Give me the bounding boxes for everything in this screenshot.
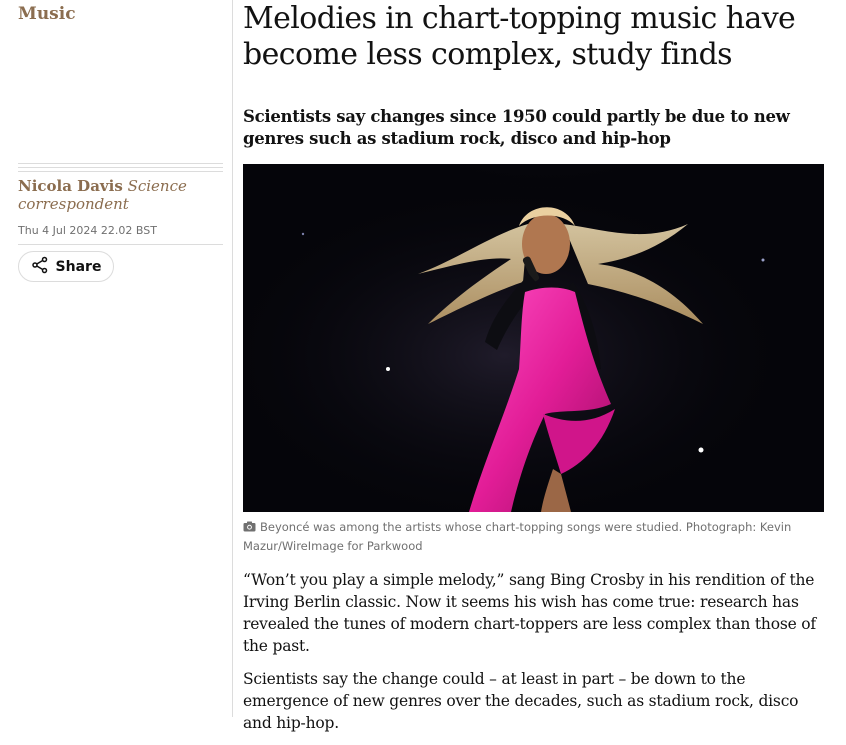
headline: Melodies in chart-topping music have bec…: [243, 1, 796, 72]
body-paragraph: “Won’t you play a simple melody,” sang B…: [243, 571, 816, 655]
author-name[interactable]: Nicola Davis: [18, 177, 123, 195]
body-paragraph: Scientists say the change could – at lea…: [243, 670, 799, 732]
concert-photo-illustration: [243, 164, 824, 512]
column-divider: [232, 0, 233, 717]
caption-text: Beyoncé was among the artists whose char…: [243, 520, 792, 553]
section-label[interactable]: Music: [18, 4, 76, 24]
article-photo[interactable]: [243, 164, 824, 512]
share-button[interactable]: Share: [18, 251, 114, 282]
date-divider: [18, 244, 223, 245]
share-label: Share: [55, 258, 102, 275]
article-body: “Won’t you play a simple melody,” sang B…: [243, 569, 818, 745]
photo-caption: Beyoncé was among the artists whose char…: [243, 518, 818, 555]
publish-date: Thu 4 Jul 2024 22.02 BST: [18, 224, 157, 237]
standfirst: Scientists say changes since 1950 could …: [243, 107, 790, 148]
camera-icon: [243, 519, 256, 537]
share-icon: [31, 256, 49, 278]
byline: Nicola Davis Science correspondent: [18, 177, 223, 213]
meta-divider: [18, 163, 223, 175]
